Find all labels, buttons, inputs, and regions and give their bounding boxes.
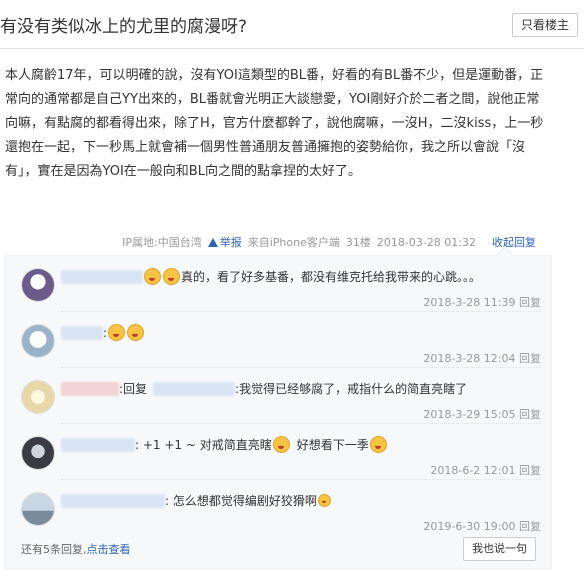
- reply-item: : 怎么想都觉得编剧好狡猾啊 2019-6-30 19:00 回复: [6, 480, 551, 536]
- emoji-icon: [127, 324, 145, 341]
- thread-title: 有没有类似冰上的尤里的腐漫呀?: [0, 17, 248, 37]
- reply-text: : +1 +1 ~ 对戒简直亮瞎 好想看下一季: [61, 436, 388, 453]
- post-datetime: 2018-03-28 01:32: [376, 235, 476, 249]
- reply-meta: 2019-6-30 19:00 回复: [423, 518, 541, 534]
- reply-content: 真的，看了好多基番，都没有维克托给我带来的心跳。。。: [181, 270, 482, 284]
- reply-content: : 怎么想都觉得编剧好狡猾啊: [165, 494, 317, 508]
- avatar-image: [22, 437, 54, 469]
- report-link[interactable]: 举报: [207, 234, 242, 250]
- username-blurred[interactable]: [61, 381, 119, 396]
- username-blurred[interactable]: [61, 437, 135, 452]
- reply-button[interactable]: 回复: [519, 520, 541, 533]
- avatar-image: [22, 493, 54, 525]
- emoji-icon: [272, 436, 290, 453]
- floor-number: 31楼: [345, 236, 371, 249]
- view-more-link[interactable]: 点击查看: [87, 543, 131, 556]
- emoji-icon: [369, 436, 387, 453]
- emoji-icon: [108, 324, 126, 341]
- reply-button[interactable]: 回复: [519, 408, 541, 421]
- reply-time: 2019-6-30 19:00: [423, 520, 516, 533]
- post-body: 本人腐齡17年，可以明確的說，沒有YOI這類型的BL番，好看的有BL番不少，但是…: [5, 68, 544, 179]
- reply-button[interactable]: 回复: [519, 464, 541, 477]
- avatar-image: [22, 381, 54, 413]
- warning-icon: [207, 237, 218, 247]
- avatar-image: [22, 269, 54, 301]
- username-blurred[interactable]: [61, 493, 165, 508]
- reply-content: :我觉得已经够腐了，戒指什么的简直亮瞎了: [235, 382, 468, 396]
- reply-time: 2018-3-28 12:04: [423, 352, 516, 365]
- add-reply-button[interactable]: 我也说一句: [463, 537, 536, 561]
- reply-meta: 2018-3-29 15:05 回复: [423, 406, 541, 422]
- avatar[interactable]: [21, 268, 55, 302]
- reply-content: : +1 +1 ~ 对戒简直亮瞎: [135, 438, 272, 452]
- reply-item: : +1 +1 ~ 对戒简直亮瞎 好想看下一季 2018-6-2 12:01 回…: [6, 424, 551, 480]
- reply-text: 真的，看了好多基番，都没有维克托给我带来的心跳。。。: [61, 268, 481, 285]
- reply-meta: 2018-6-2 12:01 回复: [430, 462, 541, 478]
- reply-content-2: 好想看下一季: [296, 438, 369, 452]
- username-blurred[interactable]: [61, 269, 143, 284]
- collapse-replies-link[interactable]: 收起回复: [492, 234, 536, 250]
- reply-time: 2018-3-29 15:05: [423, 408, 516, 421]
- reply-meta: 2018-3-28 12:04 回复: [423, 350, 541, 366]
- reply-text: : 怎么想都觉得编剧好狡猾啊: [61, 492, 332, 509]
- avatar-image: [22, 325, 54, 357]
- reply-item: : 2018-3-28 12:04 回复: [6, 312, 551, 368]
- only-op-button[interactable]: 只看楼主: [511, 13, 578, 37]
- emoji-icon: [144, 268, 161, 285]
- reply-prefix: :回复: [119, 382, 148, 396]
- mentioned-user-blurred[interactable]: [153, 381, 236, 396]
- client-source: 来自iPhone客户端: [247, 236, 340, 249]
- avatar[interactable]: [21, 380, 55, 414]
- reply-text: :回复 :我觉得已经够腐了，戒指什么的简直亮瞎了: [61, 380, 467, 397]
- avatar[interactable]: [21, 436, 55, 470]
- reply-content: :: [103, 325, 108, 340]
- thread-header: 有没有类似冰上的尤里的腐漫呀? 只看楼主: [0, 0, 584, 49]
- reply-box: 真的，看了好多基番，都没有维克托给我带来的心跳。。。 2018-3-28 11:…: [5, 255, 552, 570]
- avatar[interactable]: [21, 324, 55, 358]
- reply-time: 2018-6-2 12:01: [430, 464, 516, 477]
- avatar[interactable]: [21, 492, 55, 526]
- reply-text: :: [61, 324, 145, 341]
- reply-meta: 2018-3-28 11:39 回复: [423, 294, 541, 310]
- ip-location: IP属地:中国台湾: [122, 236, 202, 249]
- emoji-icon: [163, 268, 180, 285]
- reply-item: :回复 :我觉得已经够腐了，戒指什么的简直亮瞎了 2018-3-29 15:05…: [6, 368, 551, 424]
- report-label: 举报: [219, 236, 242, 249]
- reply-button[interactable]: 回复: [519, 352, 541, 365]
- more-replies-count: 还有5条回复,: [21, 543, 87, 556]
- more-replies: 还有5条回复,点击查看: [21, 541, 131, 557]
- post-meta: IP属地:中国台湾 举报 来自iPhone客户端 31楼 2018-03-28 …: [122, 234, 536, 250]
- reply-time: 2018-3-28 11:39: [423, 296, 516, 309]
- reply-item: 真的，看了好多基番，都没有维克托给我带来的心跳。。。 2018-3-28 11:…: [6, 256, 551, 312]
- reply-button[interactable]: 回复: [519, 296, 541, 309]
- emoji-icon: [317, 494, 331, 507]
- username-blurred[interactable]: [61, 325, 103, 340]
